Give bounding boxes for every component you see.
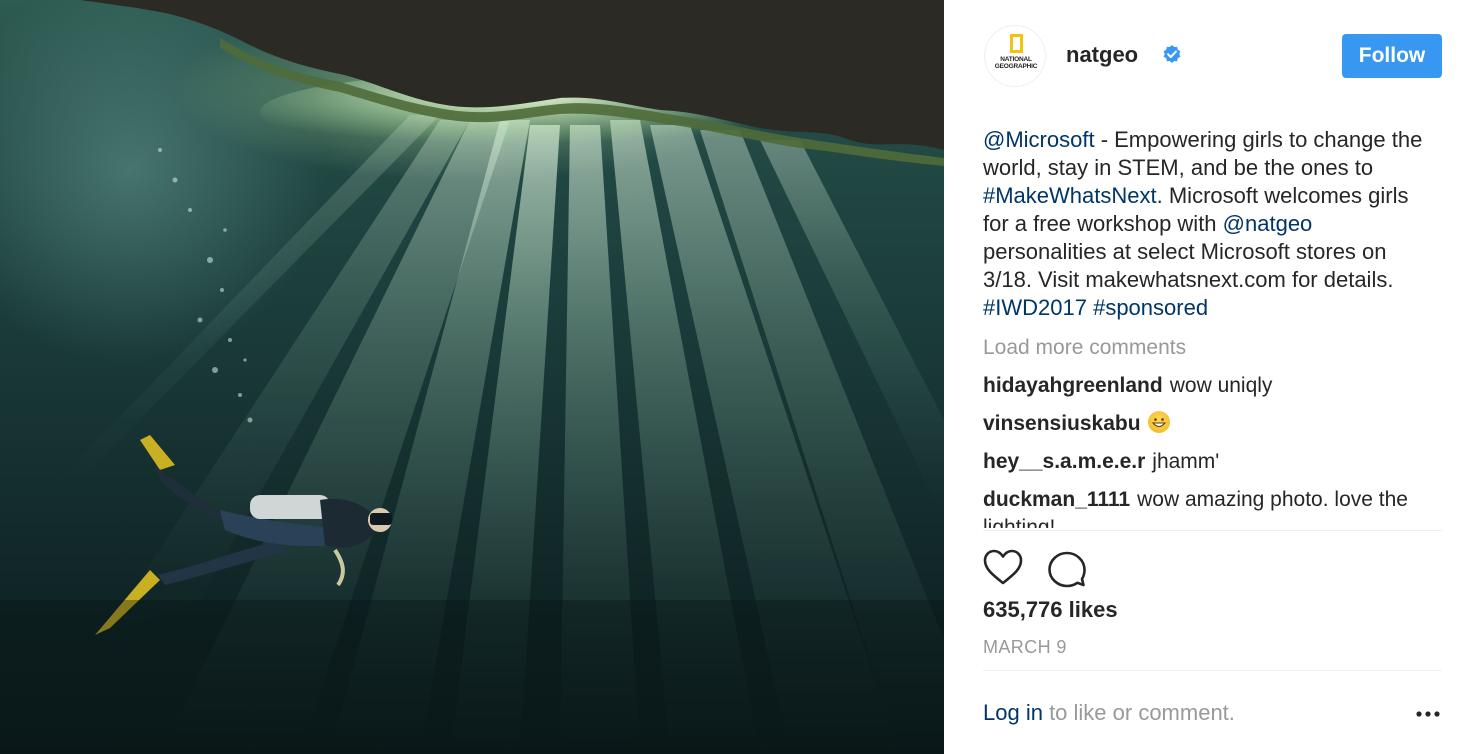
divider [983,530,1442,531]
comment-username[interactable]: vinsensiuskabu [983,412,1141,435]
post-details-panel: NATIONAL GEOGRAPHIC natgeo Follow @Micros… [944,0,1476,754]
username[interactable]: natgeo [1066,42,1138,68]
login-link[interactable]: Log in [983,700,1043,725]
comment-item: duckman_1111 wow amazing photo. love the … [983,486,1438,528]
verified-badge-icon [1163,45,1181,63]
comment-username[interactable]: hey__s.a.m.e.e.r [983,450,1145,473]
post-date: MARCH 9 [983,637,1067,657]
comment-bubble-icon[interactable] [1045,546,1089,590]
comment-item: hey__s.a.m.e.e.r jhamm' [983,448,1438,476]
login-suffix-text: to like or comment. [1042,700,1235,725]
caption-mention-microsoft[interactable]: @Microsoft [983,127,1095,152]
divider [983,670,1442,671]
comment-item: vinsensiuskabu [983,410,1438,438]
load-more-comments-button[interactable]: Load more comments [983,334,1443,362]
comment-username[interactable]: duckman_1111 [983,488,1130,511]
more-options-icon[interactable] [1414,704,1442,724]
avatar-logo-text: NATIONAL GEOGRAPHIC [994,56,1038,70]
caption-hashtag-iwd2017[interactable]: #IWD2017 [983,295,1087,320]
caption-text-3: personalities at select Microsoft stores… [983,239,1394,292]
caption-hashtag-sponsored[interactable]: #sponsored [1093,295,1208,320]
likes-count[interactable]: 635,776 likes [983,597,1118,623]
login-prompt: Log in to like or comment. [983,700,1235,726]
post-photo[interactable] [0,0,944,754]
follow-button[interactable]: Follow [1342,34,1442,78]
comment-text: jhamm' [1152,450,1220,473]
grinning-face-emoji-icon [1147,411,1170,433]
comment-item: hidayahgreenland wow uniqly [983,372,1438,400]
post-caption: @Microsoft - Empowering girls to change … [983,126,1438,322]
comment-username[interactable]: hidayahgreenland [983,374,1163,397]
post-header: NATIONAL GEOGRAPHIC natgeo Follow [984,25,1442,87]
caption-hashtag-makewhatsnext[interactable]: #MakeWhatsNext [983,183,1157,208]
natgeo-logo-icon [1010,34,1023,53]
heart-icon[interactable] [981,546,1025,590]
comments-section: @Microsoft - Empowering girls to change … [983,126,1443,528]
caption-mention-natgeo[interactable]: @natgeo [1223,211,1313,236]
comment-text: wow uniqly [1169,374,1273,397]
photo-scene [0,0,944,754]
avatar[interactable]: NATIONAL GEOGRAPHIC [984,25,1046,87]
